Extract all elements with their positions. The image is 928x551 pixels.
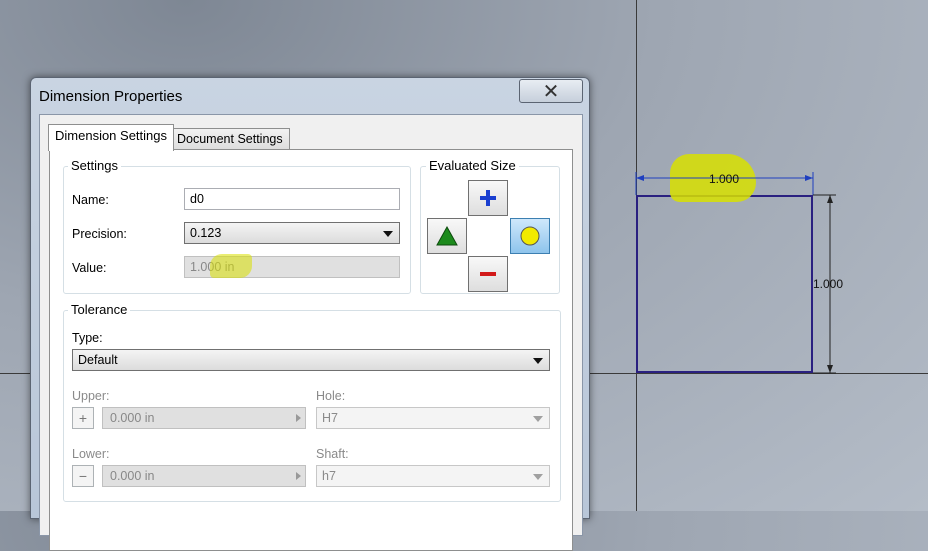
settings-legend: Settings	[68, 158, 121, 173]
tolerance-type-select[interactable]: Default	[72, 349, 550, 371]
tolerance-type-value: Default	[78, 353, 118, 367]
dimension-properties-dialog: Dimension Properties ✕ Dimension Setting…	[30, 77, 590, 551]
shaft-select: h7	[316, 465, 550, 487]
precision-select[interactable]: 0.123	[184, 222, 400, 244]
tab-dimension-settings[interactable]: Dimension Settings	[48, 124, 174, 151]
dimension-lines	[635, 172, 836, 374]
shaft-value: h7	[322, 469, 336, 483]
chevron-down-icon	[533, 474, 543, 480]
increase-size-button[interactable]	[468, 180, 508, 216]
horizontal-dimension-value[interactable]: 1.000	[709, 172, 739, 186]
minus-icon	[480, 272, 496, 276]
plus-sign-icon: +	[78, 410, 88, 426]
hole-value: H7	[322, 411, 338, 425]
shaft-label: Shaft:	[316, 447, 349, 461]
precision-value: 0.123	[190, 226, 222, 240]
lower-tolerance-value: 0.000 in	[110, 469, 155, 483]
chevron-down-icon	[533, 358, 543, 364]
upper-sign-button: +	[72, 407, 94, 429]
chevron-down-icon	[383, 231, 393, 237]
hole-select: H7	[316, 407, 550, 429]
evaluated-size-legend: Evaluated Size	[426, 158, 519, 173]
decrease-size-button[interactable]	[468, 256, 508, 292]
hole-label: Hole:	[316, 389, 346, 403]
dialog-client-area: Dimension Settings Document Settings Set…	[39, 114, 583, 551]
triangle-icon	[436, 226, 458, 246]
dimension-settings-panel: Settings Name: d0 Precision: 0.123 Value…	[49, 149, 573, 551]
lower-tolerance-field: 0.000 in	[102, 465, 306, 487]
minus-sign-icon: −	[78, 468, 88, 484]
lower-label: Lower:	[72, 447, 110, 461]
chevron-down-icon	[533, 416, 543, 422]
upper-size-button[interactable]	[427, 218, 467, 254]
vertical-dimension-value[interactable]: 1.000	[813, 277, 843, 291]
dialog-title: Dimension Properties	[39, 88, 183, 105]
upper-label: Upper:	[72, 389, 110, 403]
close-button[interactable]: ✕	[519, 79, 583, 103]
plus-icon	[480, 190, 496, 206]
size-center-blank	[468, 218, 508, 254]
tolerance-legend: Tolerance	[68, 302, 131, 317]
annotation-highlight-value	[210, 254, 252, 278]
upper-tolerance-value: 0.000 in	[110, 411, 155, 425]
tab-document-settings[interactable]: Document Settings	[170, 128, 290, 151]
name-label: Name:	[72, 193, 109, 207]
nominal-size-button[interactable]	[510, 218, 550, 254]
name-field[interactable]: d0	[184, 188, 400, 210]
type-label: Type:	[72, 331, 103, 345]
circle-icon	[520, 226, 540, 246]
value-label: Value:	[72, 261, 107, 275]
close-icon: ✕	[542, 80, 560, 103]
precision-label: Precision:	[72, 227, 127, 241]
upper-tolerance-field: 0.000 in	[102, 407, 306, 429]
lower-sign-button: −	[72, 465, 94, 487]
chevron-right-icon	[296, 472, 301, 480]
chevron-right-icon	[296, 414, 301, 422]
